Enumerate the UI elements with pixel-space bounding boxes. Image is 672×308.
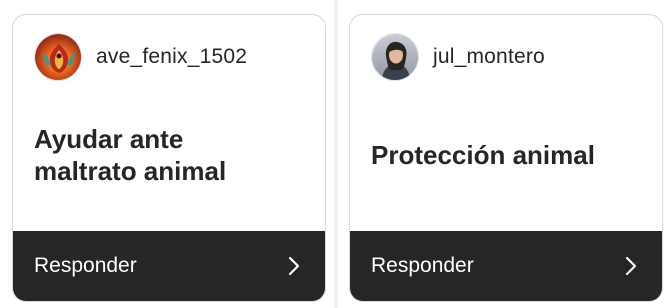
question-line: maltrato animal — [34, 156, 227, 186]
reply-button[interactable]: Responder — [350, 231, 662, 301]
person-photo-avatar-icon[interactable] — [371, 33, 419, 81]
phoenix-avatar-icon[interactable] — [34, 33, 82, 81]
card-separator — [334, 0, 338, 308]
card-header: jul_montero — [371, 33, 545, 81]
card-header: ave_fenix_1502 — [34, 33, 247, 81]
username[interactable]: ave_fenix_1502 — [96, 45, 247, 69]
chevron-right-icon — [288, 256, 300, 276]
username[interactable]: jul_montero — [433, 45, 545, 69]
question-text: Protección animal — [371, 140, 595, 170]
reply-label: Responder — [34, 254, 137, 277]
chevron-right-icon — [625, 256, 637, 276]
story-question-cards: ave_fenix_1502 Ayudar ante maltrato anim… — [0, 0, 672, 308]
reply-button[interactable]: Responder — [13, 231, 325, 301]
question-card: jul_montero Protección animal Responder — [349, 14, 663, 302]
question-line: Ayudar ante — [34, 124, 184, 154]
question-card: ave_fenix_1502 Ayudar ante maltrato anim… — [12, 14, 326, 302]
question-text: Ayudar ante maltrato animal — [34, 123, 309, 187]
reply-label: Responder — [371, 254, 474, 277]
